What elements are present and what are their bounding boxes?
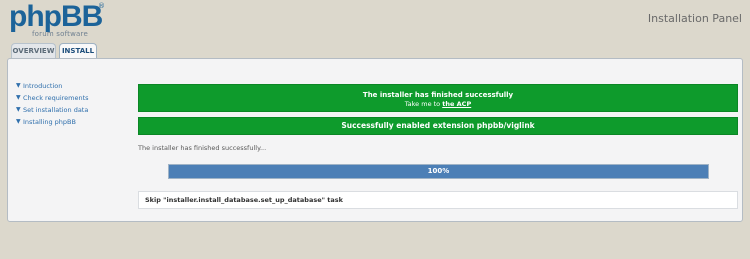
success-subtitle-prefix: Take me to [404,100,443,108]
chevron-down-icon: ▼ [16,82,21,89]
success-message-box: The installer has finished successfully … [138,84,738,112]
main-area: The installer has finished successfully … [138,84,738,209]
chevron-down-icon: ▼ [16,94,21,101]
registered-mark: ® [98,2,105,10]
success-title: The installer has finished successfully [362,91,514,99]
panel-title: Installation Panel [647,12,742,25]
task-log-message: Skip "installer.install_database.set_up_… [138,191,738,209]
sidebar-item-installing-phpbb[interactable]: ▼ Installing phpBB [16,116,126,128]
success-subtitle: Take me to the ACP [139,100,737,109]
sidebar-item-check-requirements[interactable]: ▼ Check requirements [16,92,126,104]
header: phpBB forum software ® Installation Pane… [0,0,750,44]
status-text: The installer has finished successfully.… [138,144,267,152]
sidebar-item-introduction[interactable]: ▼ Introduction [16,80,126,92]
chevron-down-icon: ▼ [16,106,21,113]
tab-install[interactable]: INSTALL [59,43,97,59]
progress-bar: 100% [168,164,709,179]
content-panel: ▼ Introduction ▼ Check requirements ▼ Se… [7,58,743,222]
sidebar-item-label: Installing phpBB [23,118,76,126]
extension-enabled-message: Successfully enabled extension phpbb/vig… [138,117,738,135]
acp-link[interactable]: the ACP [442,100,471,108]
chevron-down-icon: ▼ [16,118,21,125]
logo-wordmark: phpBB [9,0,103,33]
logo-subtext: forum software [32,30,88,38]
sidebar-item-label: Set installation data [23,106,89,114]
sidebar-nav: ▼ Introduction ▼ Check requirements ▼ Se… [16,80,126,128]
sidebar-item-set-installation-data[interactable]: ▼ Set installation data [16,104,126,116]
progress-label: 100% [427,167,450,175]
sidebar-item-label: Introduction [23,82,63,90]
tab-overview[interactable]: OVERVIEW [11,43,56,58]
phpbb-logo[interactable]: phpBB forum software ® [9,0,105,39]
sidebar-item-label: Check requirements [23,94,89,102]
